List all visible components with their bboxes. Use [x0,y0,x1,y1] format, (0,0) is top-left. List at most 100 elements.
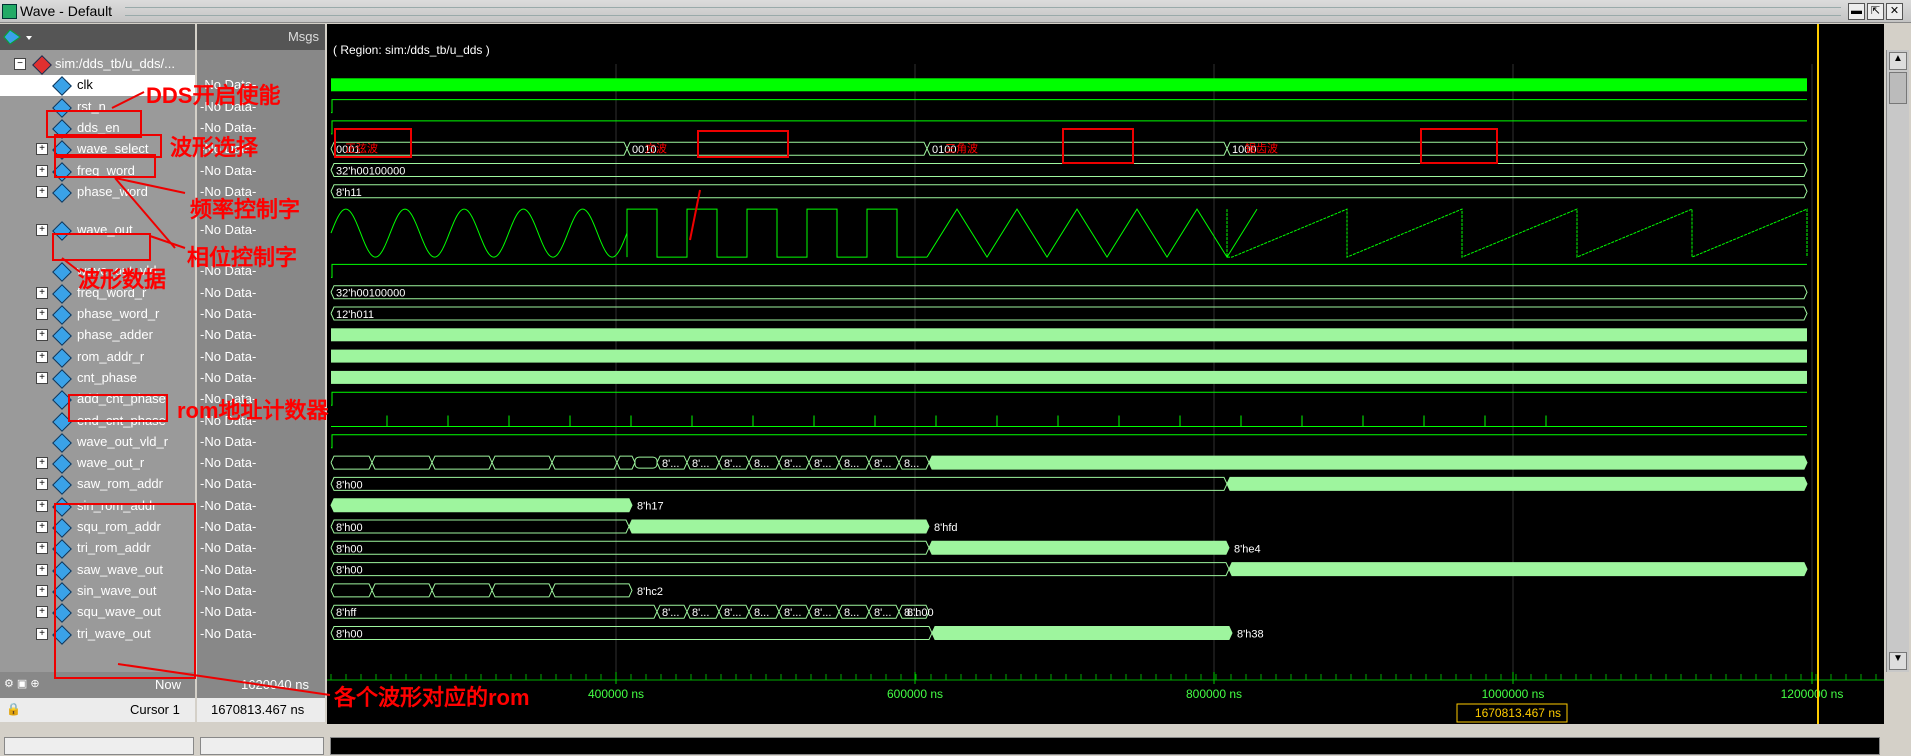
expand-icon[interactable]: + [36,521,48,533]
name-hscroll[interactable] [4,737,194,755]
wave-out-r-short-value: 8'... [692,458,709,470]
cursor-row-name[interactable]: 🔒 Cursor 1 [0,698,195,722]
expand-icon[interactable]: + [36,185,48,198]
lock-icon[interactable]: 🔒 [6,702,21,716]
now-value: 1620040 ns [241,677,309,692]
scroll-down-icon[interactable]: ▼ [1889,652,1907,670]
expand-icon[interactable]: + [36,224,48,237]
signal-icon [52,368,72,389]
expand-icon[interactable]: + [36,457,48,470]
expand-icon[interactable]: + [36,329,48,342]
signal-value: -No Data- [197,581,325,602]
signal-name: wave_out_vld_r [77,433,169,449]
signal-name: rom_addr_r [77,348,145,364]
collapse-icon[interactable]: − [14,58,26,70]
signal-name: phase_word [77,183,148,199]
squ-wave-out-value: 8'... [724,607,741,619]
expand-icon[interactable]: + [36,478,48,491]
title-bar: Wave - Default ▬ ⇱ ✕ [0,0,1911,23]
signal-value: -No Data- [197,161,325,182]
signal-row-saw_rom_addr[interactable]: + saw_rom_addr [0,474,195,496]
vertical-scrollbar[interactable]: ▲ ▼ [1886,50,1909,672]
signal-value-text: -No Data- [200,625,257,641]
signal-value-text: -No Data- [200,222,257,238]
wave-select-0001-box [334,128,412,158]
signal-value: -No Data- [197,602,325,623]
signal-row-wave_out_r[interactable]: + wave_out_r [0,453,195,474]
signal-icon [52,454,72,474]
expand-icon[interactable]: + [36,350,48,363]
freq-word-r-value: 32'h00100000 [336,288,405,300]
squ-wave-out-value: 8'hff [336,607,357,619]
sawtooth-wave [1226,208,1808,258]
expand-icon[interactable]: + [36,542,48,555]
signal-value: -No Data- [197,347,325,368]
wave-toolbar-icon[interactable] [0,24,40,50]
expand-icon[interactable]: + [36,286,48,299]
squ-wave-out-value: 8'... [662,607,679,619]
minimize-button[interactable]: ▬ [1848,3,1865,20]
axis-tick-label: 1200000 ns [1781,687,1844,701]
wave-hscroll[interactable] [330,737,1880,755]
squ-wave-out-segment [330,604,658,619]
wave-out-r-block [634,456,658,469]
signal-value-text: -No Data- [200,604,257,620]
msgs-header: Msgs [197,24,325,50]
signal-icon [52,76,72,97]
horizontal-scrollbars[interactable] [0,734,1911,756]
expand-icon[interactable]: + [36,164,48,177]
signal-value-text: -No Data- [200,162,257,178]
expand-icon[interactable]: + [36,143,48,156]
wave-out-r-segment [616,455,636,470]
scroll-up-icon[interactable]: ▲ [1889,52,1907,70]
vertical-scroll-thumb[interactable] [1889,72,1907,104]
signal-name: phase_adder [77,327,153,343]
tri-rom-addr-value: 8'h00 [336,543,363,555]
saw-wave-out-tail-segment [1228,562,1808,577]
waveform-pane[interactable]: ( Region: sim:/dds_tb/u_dds ) 0001 0010 010… [327,24,1884,672]
footer-tool-icons[interactable]: ⚙ ▣ ⊕ [4,677,40,690]
value-hscroll[interactable] [200,737,324,755]
signal-value-text: -No Data- [200,327,257,343]
signal-row-phase_word_r[interactable]: + phase_word_r [0,304,195,325]
wave-out-r-segment [330,455,373,470]
expand-icon[interactable]: + [36,606,48,619]
instance-icon [32,55,52,75]
expand-icon[interactable]: + [36,308,48,320]
signal-row-phase_adder[interactable]: + phase_adder [0,325,195,347]
rom-group-box [54,503,196,679]
expand-icon[interactable]: + [36,499,48,512]
signal-value-text: -No Data- [200,476,257,492]
axis-tick-label: 1000000 ns [1482,687,1545,701]
axis-tick-label: 600000 ns [887,687,943,701]
signal-row-phase_word[interactable]: + phase_word [0,182,195,203]
signal-row-cnt_phase[interactable]: + cnt_phase [0,368,195,389]
signal-row-wave_out_vld_r[interactable]: wave_out_vld_r [0,432,195,453]
phase-word-r-value: 12'h011 [336,309,374,321]
expand-icon[interactable]: + [36,627,48,640]
title-drag-grip[interactable] [125,7,1841,16]
triangle-wave [926,208,1258,259]
expand-icon[interactable]: + [36,371,48,384]
close-button[interactable]: ✕ [1886,3,1903,20]
expand-icon[interactable]: + [36,584,48,597]
time-axis: 400000 ns 600000 ns 800000 ns 1000000 ns 120… [327,672,1884,724]
wave-out-r-short-value: 8'... [784,458,801,470]
tri-wave-out-segment [330,626,933,640]
dock-button[interactable]: ⇱ [1867,3,1884,20]
signal-name: sim:/dds_tb/u_dds/... [55,56,175,71]
signal-value: -No Data- [197,538,325,559]
signal-row-rom_addr_r[interactable]: + rom_addr_r [0,347,195,368]
waveform-canvas[interactable]: ( Region: sim:/dds_tb/u_dds )0001 0010 010… [327,24,1884,672]
squ-rom-addr-value: 8'hfd [934,522,958,534]
signal-row-simdds_tbu_dds[interactable]: − sim:/dds_tb/u_dds/... [0,54,195,75]
sin-wave-out-segment [371,583,433,598]
signal-value: -No Data- [197,496,325,517]
expand-icon[interactable]: + [36,563,48,576]
annotation-wave_select: 波形选择 [170,135,259,160]
squ-wave-out-value: 8'... [784,607,801,619]
cursor-row-value: 1670813.467 ns [197,698,325,722]
cursor-label: Cursor 1 [130,702,180,717]
wave-out-r-segment [551,455,618,470]
signal-value: -No Data- [197,624,325,645]
